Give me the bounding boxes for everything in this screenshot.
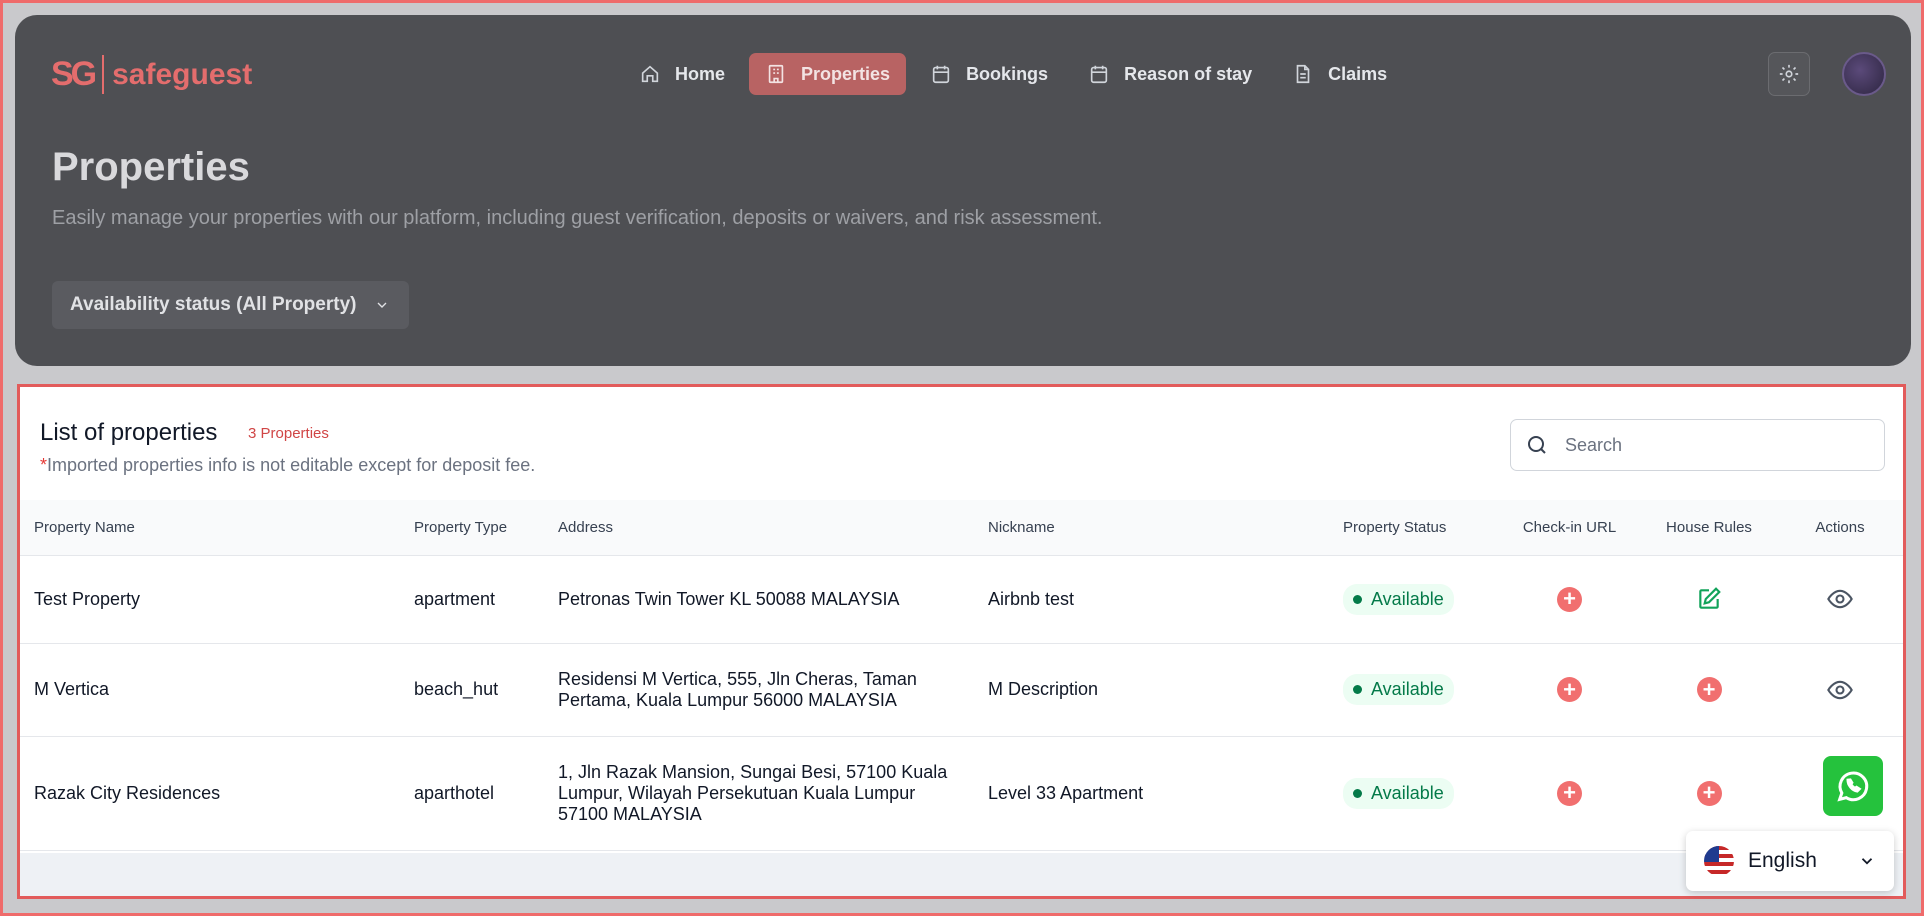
home-icon [641,65,659,83]
add-checkin-url-icon[interactable]: + [1557,586,1582,612]
property-type: beach_hut [400,643,544,737]
property-nickname: Airbnb test [974,555,1329,644]
eye-icon[interactable] [1826,585,1854,613]
status-dot [1353,685,1362,694]
nav-home[interactable]: Home [623,53,741,95]
logo-mark: SG [51,55,105,94]
properties-list-panel: List of properties 3 Properties *Importe… [17,384,1906,899]
search-icon [1528,436,1546,454]
property-name: Razak City Residences [20,736,400,851]
table-row[interactable]: M Vertica beach_hut Residensi M Vertica,… [20,643,1903,737]
column-header-property-type[interactable]: Property Type [400,500,544,556]
column-header-house-rules[interactable]: House Rules [1641,500,1777,556]
status-label: Available [1371,679,1444,699]
us-flag-icon [1704,846,1734,876]
table-row[interactable]: Razak City Residences aparthotel 1, Jln … [20,736,1903,851]
import-note: *Imported properties info is not editabl… [40,455,535,476]
property-address: 1, Jln Razak Mansion, Sungai Besi, 57100… [544,736,974,851]
whatsapp-icon [1837,771,1869,802]
status-label: Available [1371,588,1444,609]
column-header-checkin-url[interactable]: Check-in URL [1498,500,1641,556]
status-badge: Available [1343,583,1454,615]
add-house-rules-icon[interactable]: + [1696,677,1722,702]
logo-text: safeguest [112,57,253,91]
settings-button[interactable] [1768,52,1810,96]
status-dot [1353,788,1362,798]
calendar-icon [932,65,950,84]
column-header-property-status[interactable]: Property Status [1329,500,1498,556]
calendar-icon [1090,65,1108,84]
language-label: English [1748,849,1817,872]
property-status-cell: Available [1329,555,1498,644]
nav-claims-label: Claims [1328,63,1388,84]
property-count-badge: 3 Properties [248,425,329,442]
main-nav: Home Properties Bookings Reason of stay … [623,53,1403,95]
table-header-row: Property Name Property Type Address Nick… [20,500,1903,556]
required-star: * [40,455,48,475]
nav-bookings[interactable]: Bookings [914,53,1064,95]
eye-icon[interactable] [1826,676,1854,704]
status-dot [1353,594,1362,604]
column-header-property-name[interactable]: Property Name [20,500,400,556]
nav-claims[interactable]: Claims [1276,53,1403,95]
header-panel: SG safeguest Home Properties Bookings Re… [15,15,1911,366]
edit-house-rules-icon[interactable] [1696,586,1722,612]
property-address: Petronas Twin Tower KL 50088 MALAYSIA [544,555,974,644]
page-subtitle: Easily manage your properties with our p… [52,207,1103,229]
column-header-address[interactable]: Address [544,500,974,556]
search-input[interactable] [1565,434,1845,456]
list-title: List of properties [40,419,218,446]
property-address: Residensi M Vertica, 555, Jln Cheras, Ta… [544,643,974,737]
page-title: Properties [52,145,250,189]
availability-filter-label: Availability status (All Property) [70,294,357,315]
nav-reason-of-stay[interactable]: Reason of stay [1072,53,1268,95]
add-checkin-url-icon[interactable]: + [1557,780,1582,806]
properties-table: Property Name Property Type Address Nick… [20,500,1903,851]
add-checkin-url-icon[interactable]: + [1557,677,1582,702]
safeguest-logo[interactable]: SG safeguest [51,55,252,94]
house-rules-cell [1641,555,1777,644]
property-type: aparthotel [400,736,544,851]
property-nickname: M Description [974,643,1329,737]
status-badge: Available [1343,777,1454,809]
import-note-text: Imported properties info is not editable… [47,455,536,475]
availability-filter-dropdown[interactable]: Availability status (All Property) [52,281,409,329]
actions-cell [1777,643,1903,737]
property-name: Test Property [20,555,400,644]
status-label: Available [1371,782,1444,803]
checkin-url-cell: + [1498,555,1641,644]
table-row[interactable]: Test Property apartment Petronas Twin To… [20,555,1903,644]
property-status-cell: Available [1329,736,1498,851]
document-icon [1296,64,1310,84]
table-footer [20,853,1903,896]
chevron-down-icon [1861,858,1873,865]
search-box[interactable] [1510,419,1885,471]
building-icon [768,64,784,84]
nav-home-label: Home [675,63,726,84]
property-type: apartment [400,555,544,644]
add-house-rules-icon[interactable]: + [1696,780,1722,806]
property-nickname: Level 33 Apartment [974,736,1329,851]
property-status-cell: Available [1329,643,1498,737]
column-header-actions: Actions [1777,500,1903,556]
language-selector[interactable]: English [1686,831,1894,891]
checkin-url-cell: + [1498,643,1641,737]
house-rules-cell: + [1641,643,1777,737]
status-badge: Available [1343,674,1454,705]
actions-cell [1777,555,1903,644]
avatar[interactable] [1842,52,1886,96]
whatsapp-chat-button[interactable] [1823,756,1883,816]
column-header-nickname[interactable]: Nickname [974,500,1329,556]
nav-bookings-label: Bookings [966,63,1049,84]
nav-properties-label: Properties [801,63,891,84]
gear-icon [1779,64,1799,84]
nav-properties[interactable]: Properties [749,53,907,95]
chevron-down-icon [378,302,387,308]
property-name: M Vertica [20,643,400,737]
nav-reason-of-stay-label: Reason of stay [1124,63,1253,84]
checkin-url-cell: + [1498,736,1641,851]
